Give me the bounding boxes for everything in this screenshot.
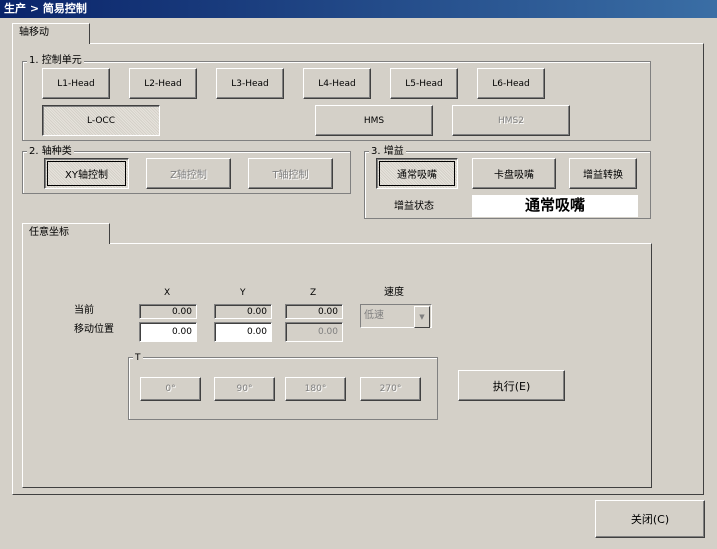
control-unit-legend: 1. 控制单元 bbox=[27, 55, 84, 67]
t-axis-label: T轴控制 bbox=[272, 170, 309, 181]
tab-coord[interactable]: 任意坐标 bbox=[22, 223, 110, 244]
col-z-header: Z bbox=[310, 288, 317, 298]
execute-button[interactable]: 执行(E) bbox=[458, 370, 565, 401]
move-y-input[interactable]: 0.00 bbox=[214, 322, 272, 342]
normal-nozzle-button[interactable]: 通常吸嘴 bbox=[376, 158, 458, 189]
t-180-button[interactable]: 180° bbox=[285, 377, 346, 401]
hms2-button[interactable]: HMS2 bbox=[452, 105, 570, 136]
move-x-input[interactable]: 0.00 bbox=[139, 322, 197, 342]
xy-axis-button[interactable]: XY轴控制 bbox=[44, 158, 129, 189]
hms-button[interactable]: HMS bbox=[315, 105, 433, 136]
gain-switch-button[interactable]: 增益转换 bbox=[569, 158, 637, 189]
head-label: L4-Head bbox=[318, 78, 356, 89]
current-y-field: 0.00 bbox=[214, 304, 272, 319]
row-current-label: 当前 bbox=[74, 305, 94, 316]
current-z-field: 0.00 bbox=[285, 304, 343, 319]
col-x-header: X bbox=[164, 288, 171, 298]
head-button-l2[interactable]: L2-Head bbox=[129, 68, 197, 99]
col-speed-header: 速度 bbox=[384, 287, 404, 298]
t-0-button[interactable]: 0° bbox=[140, 377, 201, 401]
nozzle-legend: 3. 增益 bbox=[369, 146, 406, 158]
normal-nozzle-label: 通常吸嘴 bbox=[397, 170, 437, 181]
t-270-label: 270° bbox=[379, 384, 402, 394]
execute-label: 执行(E) bbox=[492, 379, 531, 393]
gain-switch-label: 增益转换 bbox=[583, 170, 623, 181]
hms2-label: HMS2 bbox=[498, 115, 524, 126]
gain-state-label: 增益状态 bbox=[394, 201, 434, 212]
head-label: L2-Head bbox=[144, 78, 182, 89]
z-axis-label: Z轴控制 bbox=[170, 170, 207, 181]
head-label: L1-Head bbox=[57, 78, 95, 89]
gain-state-value: 通常吸嘴 bbox=[472, 195, 638, 217]
t-90-label: 90° bbox=[236, 384, 253, 394]
head-button-l5[interactable]: L5-Head bbox=[390, 68, 458, 99]
disk-nozzle-label: 卡盘吸嘴 bbox=[494, 170, 534, 181]
head-button-l6[interactable]: L6-Head bbox=[477, 68, 545, 99]
hms-label: HMS bbox=[363, 115, 385, 126]
t-angle-legend: T bbox=[133, 352, 143, 364]
disk-nozzle-button[interactable]: 卡盘吸嘴 bbox=[472, 158, 556, 189]
head-label: L6-Head bbox=[492, 78, 530, 89]
speed-value: 低速 bbox=[364, 310, 384, 321]
chevron-down-icon[interactable]: ▼ bbox=[414, 306, 430, 328]
xy-axis-label: XY轴控制 bbox=[65, 170, 108, 181]
t-270-button[interactable]: 270° bbox=[360, 377, 421, 401]
close-label: 关闭(C) bbox=[630, 513, 670, 526]
t-axis-button[interactable]: T轴控制 bbox=[248, 158, 333, 189]
window-title: 生产 > 简易控制 bbox=[0, 0, 717, 18]
row-move-label: 移动位置 bbox=[74, 324, 114, 335]
z-axis-button[interactable]: Z轴控制 bbox=[146, 158, 231, 189]
axis-type-legend: 2. 轴种类 bbox=[27, 146, 74, 158]
head-label: L5-Head bbox=[405, 78, 443, 89]
head-button-l1[interactable]: L1-Head bbox=[42, 68, 110, 99]
occ-label: L-OCC bbox=[86, 115, 115, 126]
t-90-button[interactable]: 90° bbox=[214, 377, 275, 401]
head-label: L3-Head bbox=[231, 78, 269, 89]
close-button[interactable]: 关闭(C) bbox=[595, 500, 705, 538]
move-z-input[interactable]: 0.00 bbox=[285, 322, 343, 342]
head-button-l4[interactable]: L4-Head bbox=[303, 68, 371, 99]
col-y-header: Y bbox=[240, 288, 246, 298]
head-button-l3[interactable]: L3-Head bbox=[216, 68, 284, 99]
speed-select[interactable]: 低速 ▼ bbox=[360, 304, 432, 328]
tab-axis-move[interactable]: 轴移动 bbox=[12, 23, 90, 44]
current-x-field: 0.00 bbox=[139, 304, 197, 319]
occ-button[interactable]: L-OCC bbox=[42, 105, 160, 136]
t-180-label: 180° bbox=[304, 384, 327, 394]
t-0-label: 0° bbox=[165, 384, 176, 394]
